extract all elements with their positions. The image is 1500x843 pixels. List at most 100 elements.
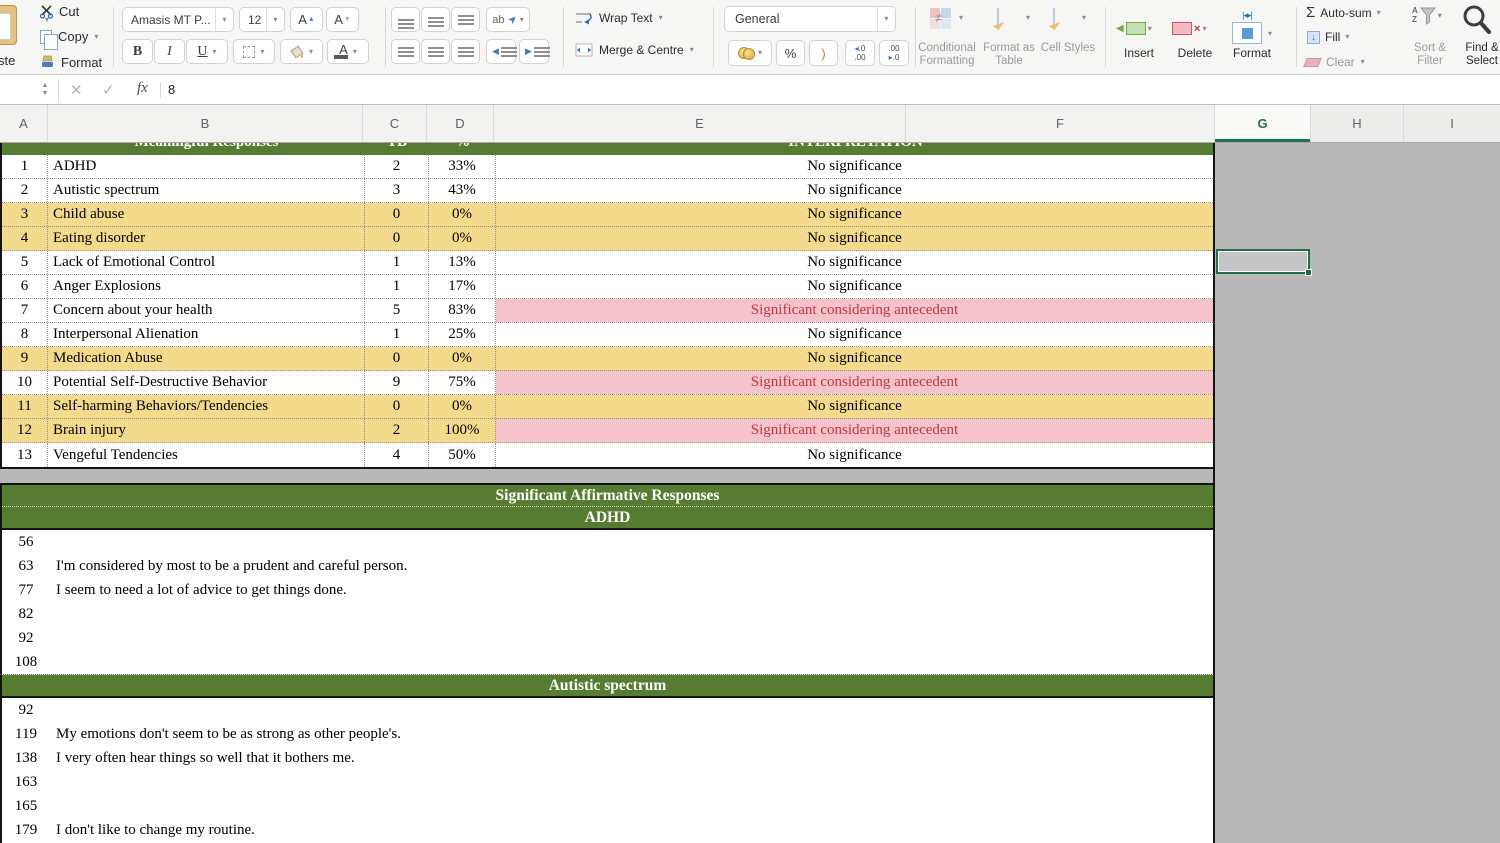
category-cell[interactable]: Potential Self-Destructive Behavior xyxy=(48,371,365,394)
interpretation-cell[interactable]: No significance xyxy=(496,179,1213,202)
align-center-button[interactable] xyxy=(421,39,450,64)
tb-cell[interactable]: 4 xyxy=(365,443,429,467)
item-text-cell[interactable] xyxy=(50,626,1213,650)
category-cell[interactable]: Medication Abuse xyxy=(48,347,365,370)
font-color-button[interactable]: A ▾ xyxy=(327,39,369,64)
format-cells-button[interactable]: |◂▸| xyxy=(1230,10,1264,44)
index-cell[interactable]: 3 xyxy=(2,203,48,226)
text-orientation-button[interactable]: ab ➤ ▾ xyxy=(486,7,530,32)
copy-button[interactable]: Copy ▾ xyxy=(40,29,98,50)
item-text-cell[interactable] xyxy=(50,530,1213,554)
index-cell[interactable]: 7 xyxy=(2,299,48,322)
decrease-decimal-button[interactable]: .00 ▸.0 xyxy=(879,40,909,66)
bold-button[interactable]: B xyxy=(122,39,153,64)
percent-style-button[interactable]: % xyxy=(776,40,805,66)
item-text-cell[interactable] xyxy=(50,770,1213,794)
paste-button[interactable] xyxy=(0,5,17,45)
column-header-a[interactable]: A xyxy=(0,105,48,142)
item-number-cell[interactable]: 56 xyxy=(2,530,50,554)
index-cell[interactable]: 2 xyxy=(2,179,48,202)
formula-input[interactable]: 8 xyxy=(168,82,175,97)
interpretation-cell[interactable]: No significance xyxy=(496,251,1213,274)
interpretation-cell[interactable]: Significant considering antecedent xyxy=(496,419,1213,442)
index-cell[interactable]: 12 xyxy=(2,419,48,442)
align-left-button[interactable] xyxy=(391,39,420,64)
column-header-d[interactable]: D xyxy=(427,105,494,142)
item-text-cell[interactable] xyxy=(50,650,1213,674)
item-number-cell[interactable]: 92 xyxy=(2,626,50,650)
align-right-button[interactable] xyxy=(451,39,480,64)
item-text-cell[interactable]: My emotions don't seem to be as strong a… xyxy=(50,722,1213,746)
align-bottom-button[interactable] xyxy=(451,7,480,32)
pct-cell[interactable]: 0% xyxy=(429,227,496,250)
borders-button[interactable]: ▾ xyxy=(233,39,275,64)
find-select-button[interactable] xyxy=(1462,4,1492,41)
interpretation-cell[interactable]: No significance xyxy=(496,443,1213,467)
item-text-cell[interactable] xyxy=(50,698,1213,722)
tb-cell[interactable]: 1 xyxy=(365,275,429,298)
font-name-select[interactable]: Amasis MT P... ▾ xyxy=(122,7,234,32)
interpretation-cell[interactable]: No significance xyxy=(496,203,1213,226)
index-cell[interactable]: 9 xyxy=(2,347,48,370)
interpretation-cell[interactable]: Significant considering antecedent xyxy=(496,299,1213,322)
autosum-button[interactable]: Σ Auto-sum ▾ xyxy=(1306,4,1381,21)
increase-decimal-button[interactable]: ◂.0 .00 xyxy=(845,40,875,66)
insert-cells-button[interactable]: ◀ ▾ xyxy=(1116,22,1152,35)
tb-cell[interactable]: 1 xyxy=(365,323,429,346)
column-header-b[interactable]: B xyxy=(48,105,363,142)
item-text-cell[interactable]: I'm considered by most to be a prudent a… xyxy=(50,554,1213,578)
pct-cell[interactable]: 0% xyxy=(429,203,496,226)
item-number-cell[interactable]: 179 xyxy=(2,818,50,842)
index-cell[interactable]: 13 xyxy=(2,443,48,467)
category-cell[interactable]: Child abuse xyxy=(48,203,365,226)
delete-cells-button[interactable]: × ▾ xyxy=(1172,22,1206,35)
item-text-cell[interactable]: I seem to need a lot of advice to get th… xyxy=(50,578,1213,602)
column-header-g[interactable]: G xyxy=(1215,105,1311,142)
name-box-spinner[interactable]: ▲ ▼ xyxy=(38,79,52,101)
decrease-indent-button[interactable]: ◀ xyxy=(486,39,517,64)
table-header-row-cropped[interactable]: Meaningful Responses TB % INTERPRETATION xyxy=(2,143,1213,155)
tb-cell[interactable]: 2 xyxy=(365,419,429,442)
column-header-e[interactable]: E xyxy=(494,105,906,142)
item-number-cell[interactable]: 163 xyxy=(2,770,50,794)
item-number-cell[interactable]: 63 xyxy=(2,554,50,578)
item-number-cell[interactable]: 77 xyxy=(2,578,50,602)
column-header-f[interactable]: F xyxy=(906,105,1215,142)
index-cell[interactable]: 5 xyxy=(2,251,48,274)
format-as-table-button[interactable] xyxy=(992,8,1005,31)
currency-button[interactable]: ▾ xyxy=(728,40,772,66)
pct-cell[interactable]: 13% xyxy=(429,251,496,274)
fill-color-button[interactable]: ▾ xyxy=(280,39,323,64)
column-header-c[interactable]: C xyxy=(363,105,427,142)
group-title-autistic-row[interactable]: Autistic spectrum xyxy=(0,674,1213,698)
item-number-cell[interactable]: 138 xyxy=(2,746,50,770)
item-text-cell[interactable] xyxy=(50,602,1213,626)
interpretation-cell[interactable]: Significant considering antecedent xyxy=(496,371,1213,394)
fill-button[interactable]: ↓ Fill ▾ xyxy=(1307,30,1349,44)
category-cell[interactable]: Lack of Emotional Control xyxy=(48,251,365,274)
category-cell[interactable]: Vengeful Tendencies xyxy=(48,443,365,467)
cell-styles-button[interactable] xyxy=(1048,8,1061,31)
tb-cell[interactable]: 0 xyxy=(365,395,429,418)
pct-cell[interactable]: 83% xyxy=(429,299,496,322)
category-cell[interactable]: Concern about your health xyxy=(48,299,365,322)
item-number-cell[interactable]: 165 xyxy=(2,794,50,818)
item-text-cell[interactable] xyxy=(50,794,1213,818)
pct-cell[interactable]: 0% xyxy=(429,395,496,418)
interpretation-cell[interactable]: No significance xyxy=(496,347,1213,370)
item-text-cell[interactable]: I very often hear things so well that it… xyxy=(50,746,1213,770)
pct-cell[interactable]: 33% xyxy=(429,155,496,178)
interpretation-cell[interactable]: No significance xyxy=(496,395,1213,418)
tb-cell[interactable]: 2 xyxy=(365,155,429,178)
shrink-font-button[interactable]: A ▼ xyxy=(326,7,359,32)
column-header-i[interactable]: I xyxy=(1404,105,1500,142)
pct-cell[interactable]: 100% xyxy=(429,419,496,442)
interpretation-cell[interactable]: No significance xyxy=(496,155,1213,178)
index-cell[interactable]: 4 xyxy=(2,227,48,250)
align-middle-button[interactable] xyxy=(421,7,450,32)
pct-cell[interactable]: 0% xyxy=(429,347,496,370)
index-cell[interactable]: 1 xyxy=(2,155,48,178)
index-cell[interactable]: 11 xyxy=(2,395,48,418)
category-cell[interactable]: Brain injury xyxy=(48,419,365,442)
interpretation-cell[interactable]: No significance xyxy=(496,323,1213,346)
